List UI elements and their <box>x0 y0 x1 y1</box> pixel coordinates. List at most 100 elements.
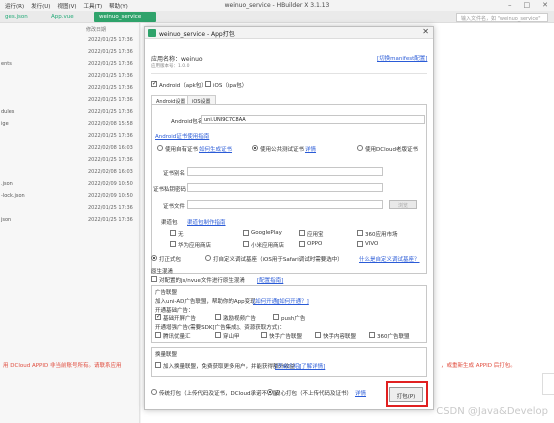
app-version: 应用版本号：1.0.0 <box>151 64 190 69</box>
ad-open-link[interactable]: [如何开通] <box>253 297 279 305</box>
channel-googleplay-label: GooglePlay <box>251 230 282 236</box>
file-modified-date: 2022/01/25 17:36 <box>88 133 133 139</box>
channel-none-checkbox[interactable] <box>170 230 176 236</box>
dialog-titlebar: weinuo_service - App打包 ✕ <box>145 27 433 39</box>
search-input[interactable]: 输入文件名，如 "weinuo_service" <box>456 13 548 22</box>
window-controls: – □ ✕ <box>508 1 548 9</box>
channel-none-label: 无 <box>178 232 184 238</box>
file-modified-date: 2022/02/08 16:03 <box>88 169 133 175</box>
modified-date-header: 修改日期 <box>86 27 107 33</box>
file-name: dules <box>1 109 15 115</box>
native-mixed-link[interactable]: [配置指南] <box>257 276 283 284</box>
channel-huawei-checkbox[interactable] <box>170 241 176 247</box>
custom-base-radio[interactable] <box>205 255 211 261</box>
ad-kuaishou-checkbox[interactable] <box>261 332 267 338</box>
file-row[interactable]: 2022/01/25 17:36 <box>0 85 140 95</box>
side-panel-handle[interactable] <box>542 373 554 395</box>
file-row[interactable]: 2022/01/25 17:36 <box>0 49 140 59</box>
old-cert-radio[interactable] <box>357 145 363 151</box>
manifest-link[interactable]: [切换manifest配置] <box>377 54 427 62</box>
tab-pages-json[interactable]: ges.json <box>0 12 33 22</box>
channel-guide-link[interactable]: 渠道包制作指南 <box>187 218 226 226</box>
native-mixed-checkbox[interactable] <box>151 276 157 282</box>
file-row[interactable]: 2022/01/25 17:36 <box>0 205 140 215</box>
close-icon[interactable]: ✕ <box>422 27 429 36</box>
app-name: 应用名称：weinuo <box>151 56 203 63</box>
file-row[interactable]: 2022/02/08 16:03 <box>0 169 140 179</box>
file-modified-date: 2022/01/25 17:36 <box>88 217 133 223</box>
ad-union-desc: 加入uni-AD广告联盟，帮助你的App变现 <box>155 299 256 305</box>
ad-video-label: 激励视频广告 <box>223 316 257 322</box>
ad-push-checkbox[interactable] <box>273 314 279 320</box>
channel-vivo-checkbox[interactable] <box>357 241 363 247</box>
file-modified-date: 2022/01/25 17:36 <box>88 85 133 91</box>
maximize-icon[interactable]: □ <box>524 1 531 9</box>
ad-kuaishou-content-checkbox[interactable] <box>315 332 321 338</box>
browse-button[interactable]: 浏览 <box>389 200 417 209</box>
file-row[interactable]: -lock.json 2022/02/09 10:50 <box>0 193 140 203</box>
ad-video-checkbox[interactable] <box>215 314 221 320</box>
own-cert-label: 使用自有证书 <box>165 147 199 153</box>
cert-alias-label: 证书别名 <box>163 171 186 177</box>
channel-xiaomi-checkbox[interactable] <box>243 241 249 247</box>
ad-360-checkbox[interactable] <box>369 332 375 338</box>
tab-app-vue[interactable]: App.vue <box>46 12 79 22</box>
cert-guide-link[interactable]: Android证书使用指南 <box>155 132 209 140</box>
file-row[interactable]: 2022/01/25 17:36 <box>0 73 140 83</box>
public-cert-label: 使用公共测试证书 <box>260 147 305 153</box>
public-cert-detail-link[interactable]: 详情 <box>305 145 316 153</box>
generate-cert-link[interactable]: 如何生成证书 <box>199 145 232 153</box>
ad-splash-checkbox[interactable] <box>155 313 161 320</box>
own-cert-radio[interactable] <box>157 145 163 151</box>
file-row[interactable]: 2022/01/25 17:36 <box>0 97 140 107</box>
cert-file-field[interactable] <box>187 200 383 209</box>
ad-splash-label: 基础开屏广告 <box>163 316 197 322</box>
file-modified-date: 2022/02/09 10:50 <box>88 181 133 187</box>
cert-alias-field[interactable] <box>187 167 383 176</box>
close-window-icon[interactable]: ✕ <box>542 1 548 9</box>
file-modified-date: 2022/02/08 16:03 <box>88 145 133 151</box>
file-name: ents <box>1 61 12 67</box>
file-name: ige <box>1 121 9 127</box>
ad-how-link[interactable]: [如何开通？] <box>277 297 309 305</box>
smart-detail-link[interactable]: [了解详情] <box>299 362 325 370</box>
public-cert-radio[interactable] <box>252 145 258 151</box>
smart-union-checkbox[interactable] <box>155 362 161 368</box>
ios-checkbox[interactable] <box>205 81 211 87</box>
ad-tencent-checkbox[interactable] <box>155 332 161 338</box>
cert-password-field[interactable] <box>187 183 383 192</box>
cert-password-label: 证书私钥密码 <box>153 187 187 193</box>
formal-pack-radio[interactable] <box>151 255 157 261</box>
ad-kuaishou-content-label: 快手内容联盟 <box>323 334 357 340</box>
channel-oppo-checkbox[interactable] <box>299 241 305 247</box>
file-row[interactable]: ige 2022/02/08 15:58 <box>0 121 140 131</box>
file-row[interactable]: .json 2022/02/09 10:50 <box>0 181 140 191</box>
file-modified-date: 2022/01/25 17:36 <box>88 49 133 55</box>
dialog-title: weinuo_service - App打包 <box>159 31 235 38</box>
android-checkbox[interactable] <box>151 80 157 87</box>
traditional-pack-radio[interactable] <box>151 389 157 395</box>
secure-pack-label: 安心打包（不上传代码及证书） <box>275 391 353 397</box>
custom-base-link[interactable]: 什么是自定义调试基座？ <box>359 255 420 263</box>
secure-pack-detail-link[interactable]: 详情 <box>355 389 366 397</box>
file-row[interactable]: 2022/01/25 17:36 <box>0 133 140 143</box>
package-name-field[interactable]: uni.UNI9C7C8AA <box>201 115 425 124</box>
channel-huawei-label: 华为应用商店 <box>178 243 212 249</box>
channel-360-label: 360应用市场 <box>365 232 398 238</box>
file-row[interactable]: json 2022/01/25 17:36 <box>0 217 140 227</box>
file-row[interactable]: 2022/01/25 17:36 <box>0 37 140 47</box>
channel-xiaomi-label: 小米应用商店 <box>251 243 285 249</box>
file-row[interactable]: dules 2022/01/25 17:36 <box>0 109 140 119</box>
file-row[interactable]: ents 2022/01/25 17:36 <box>0 61 140 71</box>
channel-yyb-checkbox[interactable] <box>299 230 305 236</box>
ad-csj-checkbox[interactable] <box>215 332 221 338</box>
channel-googleplay-checkbox[interactable] <box>243 230 249 236</box>
error-message-left: 用 DCloud APPID 非当前账号所有。请联系应用 <box>3 363 122 369</box>
file-row[interactable]: 2022/02/08 16:03 <box>0 145 140 155</box>
secure-pack-radio[interactable] <box>267 389 273 395</box>
smart-intro-link[interactable]: [开启介绍] <box>275 362 301 370</box>
channel-360-checkbox[interactable] <box>357 230 363 236</box>
minimize-icon[interactable]: – <box>508 1 512 9</box>
tab-weinuo-service[interactable]: weinuo_service <box>94 12 156 22</box>
file-row[interactable]: 2022/01/25 17:36 <box>0 157 140 167</box>
